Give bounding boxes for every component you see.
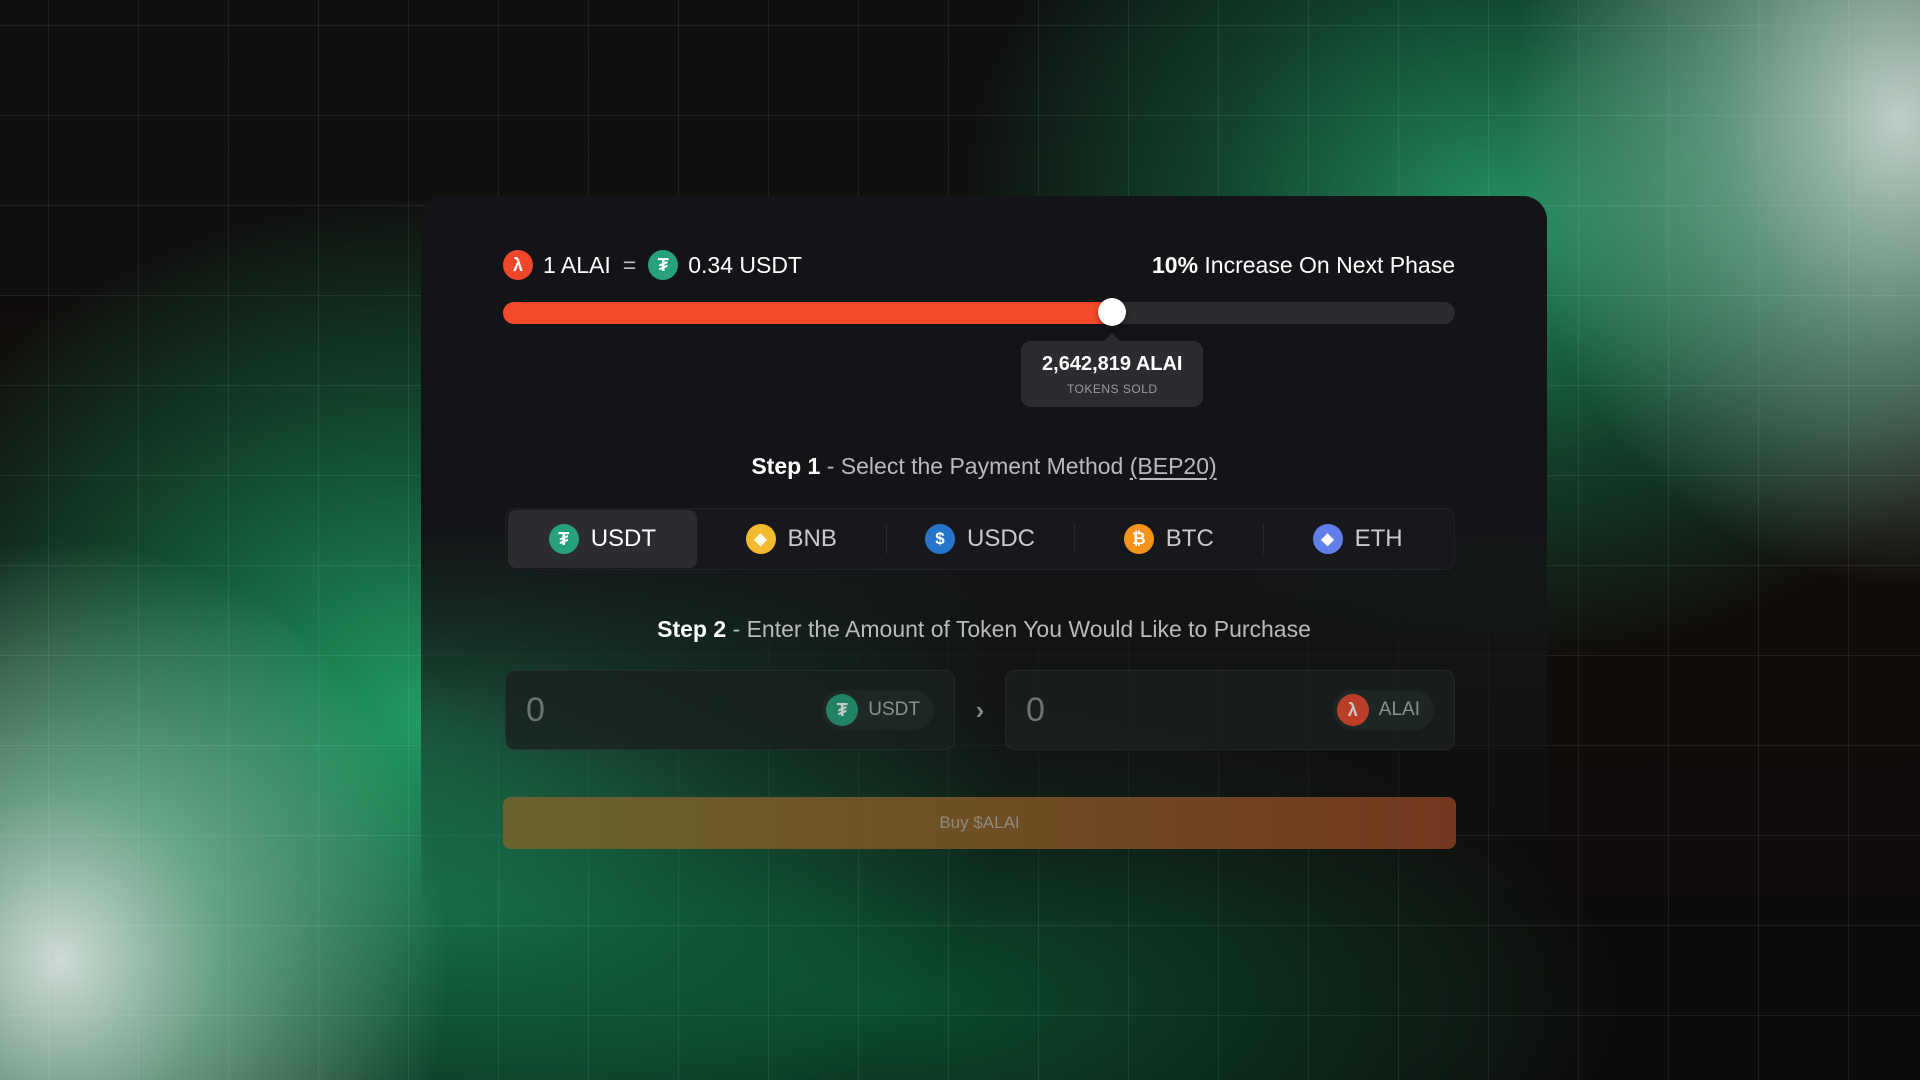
alai-lambda-icon: λ [503,250,533,280]
tokens-sold-amount: 2,642,819 ALAI [1042,353,1183,375]
payment-method-label: BTC [1165,525,1214,552]
tether-icon: ₮ [548,524,579,554]
bnb-icon: ◈ [745,524,776,554]
ethereum-icon: ◆ [1312,524,1343,554]
step-2-text: - Enter the Amount of Token You Would Li… [732,616,1311,642]
sale-progress-fill [503,302,1113,324]
step-2-label: Step 2 [657,616,727,642]
sale-progress-thumb [1098,298,1127,326]
rate-token-amount: 1 ALAI [543,251,611,278]
step-1-heading: Step 1 - Select the Payment Method (BEP2… [421,453,1547,480]
pay-currency-tag: ₮ USDT [822,690,934,730]
payment-method-btc[interactable]: ₿ BTC [1074,510,1263,568]
next-phase-increase: 10% Increase On Next Phase [1152,252,1455,279]
pay-amount-field[interactable]: 0 ₮ USDT [505,670,955,750]
step-2-heading: Step 2 - Enter the Amount of Token You W… [421,616,1547,643]
step-1-label: Step 1 [751,453,821,479]
receive-amount-field[interactable]: 0 λ ALAI [1005,670,1455,750]
payment-method-usdc[interactable]: $ USDC [885,510,1075,568]
chevron-right-icon: › [975,694,985,725]
increase-text: Increase On Next Phase [1204,251,1455,278]
tether-icon: ₮ [648,250,679,280]
payment-method-selector: ₮ USDT ◈ BNB $ USDC ₿ BTC ◆ ETH [505,508,1455,570]
pay-amount-input[interactable]: 0 [526,691,545,730]
tokens-sold-label: TOKENS SOLD [1066,382,1158,396]
network-link[interactable]: (BEP20) [1130,453,1217,479]
tokens-sold-tooltip: 2,642,819 ALAI TOKENS SOLD [1021,333,1204,407]
pay-currency-label: USDT [868,699,920,720]
receive-currency-label: ALAI [1378,699,1420,720]
increase-percent: 10% [1151,251,1199,278]
usdc-icon: $ [924,524,955,554]
exchange-rate: λ 1 ALAI = ₮ 0.34 USDT [503,250,802,280]
payment-method-bnb[interactable]: ◈ BNB [697,510,886,568]
buy-button[interactable]: Buy $ALAI [503,797,1456,849]
presale-card: λ 1 ALAI = ₮ 0.34 USDT 10% Increase On N… [421,196,1547,916]
alai-lambda-icon: λ [1336,694,1369,726]
rate-quote-amount: 0.34 USDT [688,251,802,278]
payment-method-label: ETH [1354,525,1403,552]
payment-method-eth[interactable]: ◆ ETH [1263,510,1452,568]
step-1-text: - Select the Payment Method [826,453,1124,479]
payment-method-label: BNB [787,525,837,552]
bitcoin-icon: ₿ [1123,524,1154,554]
rate-row: λ 1 ALAI = ₮ 0.34 USDT 10% Increase On N… [503,249,1455,281]
tether-icon: ₮ [826,694,859,726]
amount-inputs: 0 ₮ USDT › 0 λ ALAI [505,670,1455,750]
payment-method-usdt[interactable]: ₮ USDT [508,510,697,568]
receive-amount-input[interactable]: 0 [1026,691,1045,730]
payment-method-label: USDT [590,525,657,552]
receive-currency-tag: λ ALAI [1332,690,1434,730]
payment-method-label: USDC [966,525,1035,552]
rate-equals: = [622,251,637,278]
sale-progress-bar [503,298,1455,326]
